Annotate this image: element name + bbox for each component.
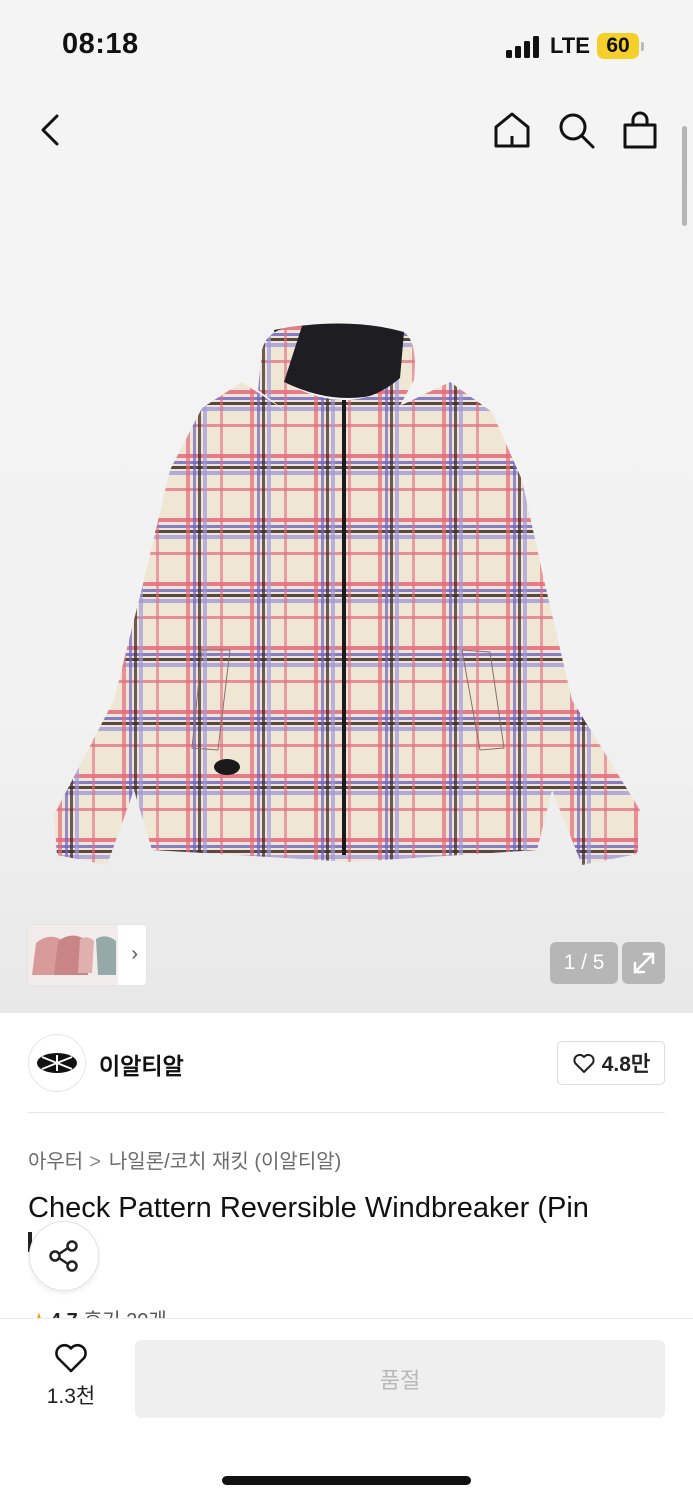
home-icon	[494, 112, 530, 148]
wishlist-button[interactable]: 1.3천	[30, 1342, 112, 1414]
brand-logo[interactable]	[28, 1034, 86, 1092]
thumbnail-image	[28, 925, 118, 985]
share-button[interactable]	[29, 1221, 99, 1291]
network-label: LTE	[550, 33, 590, 58]
chevron-right-icon: ›	[131, 943, 138, 965]
brand-name[interactable]: 이알티알	[99, 1047, 184, 1081]
search-icon	[559, 113, 595, 149]
heart-icon	[55, 1343, 87, 1373]
back-button[interactable]	[28, 108, 72, 152]
breadcrumb-category[interactable]: 아우터	[28, 1151, 83, 1173]
expand-icon	[633, 952, 654, 974]
rating-score: 4.7	[50, 1310, 78, 1318]
battery-icon: 60	[597, 33, 639, 59]
expand-button[interactable]	[622, 942, 665, 984]
thumbnail-strip[interactable]: ›	[28, 925, 146, 985]
review-count: 후기 20개	[84, 1310, 167, 1318]
breadcrumb: 아우터 > 나일론/코치 재킷 (이알티알)	[28, 1145, 341, 1174]
search-button[interactable]	[554, 108, 598, 152]
cart-button[interactable]	[618, 108, 662, 152]
sold-out-button[interactable]: 품절	[135, 1340, 665, 1418]
product-image-gallery[interactable]: 08:18 LTE 60 › 1 / 5	[0, 0, 693, 1013]
brand-like-count: 4.8만	[601, 1053, 651, 1076]
home-button[interactable]	[490, 108, 534, 152]
scrollbar[interactable]	[682, 126, 687, 226]
share-icon	[49, 1240, 78, 1272]
rating-row[interactable]: ★4.7 후기 20개	[30, 1304, 167, 1318]
shopping-bag-icon	[623, 111, 657, 149]
brand-logo-icon	[37, 1053, 77, 1073]
image-counter: 1 / 5	[550, 942, 618, 984]
breadcrumb-separator: >	[89, 1151, 101, 1173]
breadcrumb-subcategory[interactable]: 나일론/코치 재킷 (이알티알)	[109, 1151, 341, 1173]
heart-icon	[573, 1053, 595, 1073]
wishlist-count: 1.3천	[46, 1385, 96, 1408]
star-icon: ★	[30, 1310, 48, 1318]
home-indicator[interactable]	[222, 1476, 471, 1485]
divider	[28, 1112, 665, 1113]
product-image	[54, 323, 640, 865]
battery-cap	[641, 42, 644, 51]
status-bar: 08:18 LTE 60	[0, 0, 693, 92]
chevron-left-icon	[41, 114, 59, 146]
signal-icon	[506, 36, 539, 58]
product-title: Check Pattern Reversible Windbreaker (Pi…	[28, 1192, 589, 1224]
brand-like-button[interactable]: 4.8만	[557, 1041, 665, 1085]
status-time: 08:18	[62, 28, 139, 60]
